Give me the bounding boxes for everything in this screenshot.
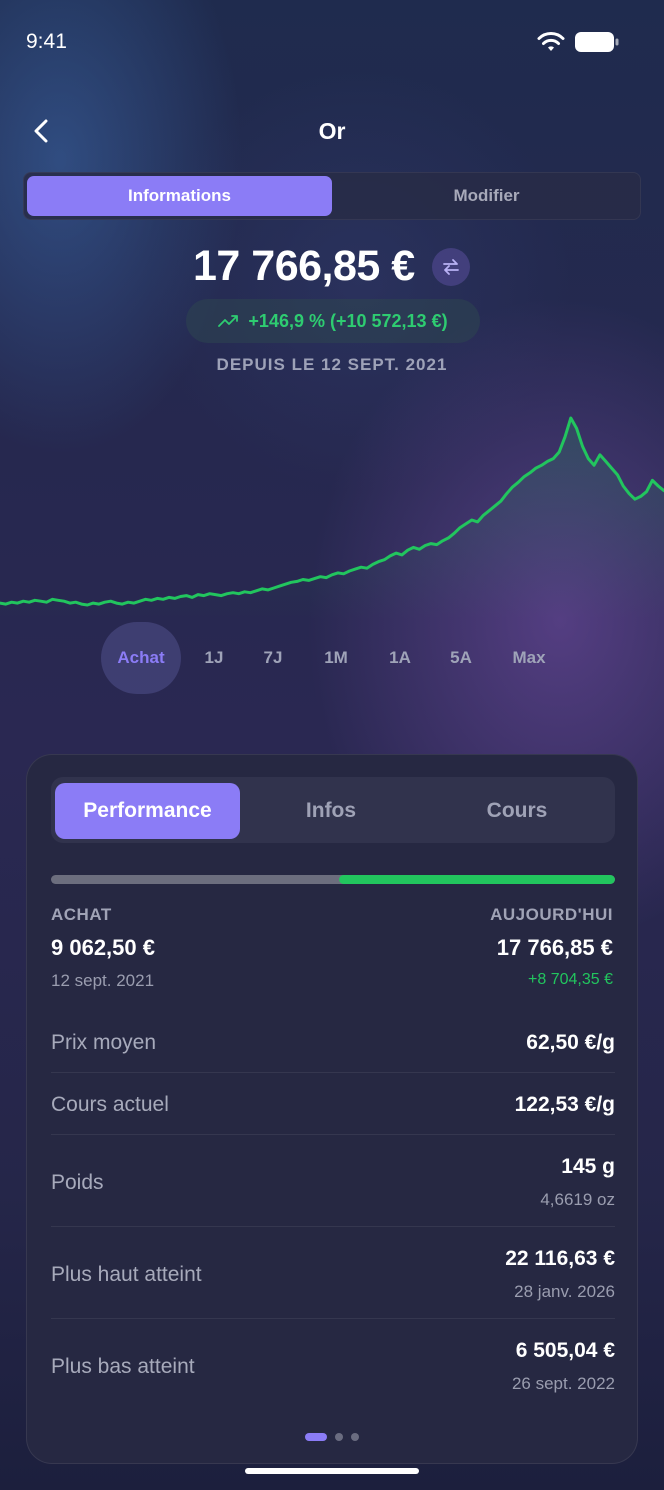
range-1m[interactable]: 1M bbox=[316, 622, 356, 694]
row-label: Poids bbox=[51, 1171, 104, 1194]
tab-performance[interactable]: Performance bbox=[55, 783, 240, 839]
achat-label: ACHAT bbox=[51, 905, 112, 924]
page-dot-active[interactable] bbox=[305, 1433, 327, 1441]
range-5a[interactable]: 5A bbox=[441, 622, 481, 694]
row-poids: Poids 145 g 4,6619 oz bbox=[51, 1135, 615, 1227]
tab-cours[interactable]: Cours bbox=[427, 783, 607, 839]
row-prix-moyen: Prix moyen 62,50 €/g bbox=[51, 1011, 615, 1073]
change-value: +146,9 % (+10 572,13 €) bbox=[248, 310, 448, 331]
wifi-icon bbox=[537, 32, 565, 51]
tab-informations[interactable]: Informations bbox=[27, 176, 332, 216]
row-value: 22 116,63 € bbox=[505, 1247, 615, 1270]
row-plus-haut: Plus haut atteint 22 116,63 € 28 janv. 2… bbox=[51, 1227, 615, 1319]
trending-up-icon bbox=[218, 315, 239, 327]
today-label: AUJOURD'HUI bbox=[490, 905, 613, 924]
row-plus-bas: Plus bas atteint 6 505,04 € 26 sept. 202… bbox=[51, 1319, 615, 1411]
gain-progress-bar bbox=[51, 875, 615, 884]
since-label: DEPUIS LE 12 SEPT. 2021 bbox=[216, 355, 448, 374]
achat-value: 9 062,50 € bbox=[51, 935, 155, 960]
row-value: 145 g bbox=[561, 1155, 615, 1178]
achat-date: 12 sept. 2021 bbox=[51, 971, 155, 990]
card-tabs: Performance Infos Cours bbox=[51, 777, 615, 843]
page-dot[interactable] bbox=[351, 1433, 359, 1441]
page-title: Or bbox=[318, 118, 346, 144]
range-selector: Achat 1J 7J 1M 1A 5A Max bbox=[0, 622, 664, 694]
home-indicator[interactable] bbox=[245, 1468, 419, 1474]
nav-bar: Or bbox=[0, 108, 664, 154]
tab-modifier[interactable]: Modifier bbox=[334, 176, 639, 216]
row-cours-actuel: Cours actuel 122,53 €/g bbox=[51, 1073, 615, 1135]
gain-progress-fill bbox=[338, 875, 615, 884]
performance-card: Performance Infos Cours ACHAT 9 062,50 €… bbox=[26, 754, 638, 1464]
battery-icon bbox=[575, 32, 619, 52]
range-1a[interactable]: 1A bbox=[380, 622, 420, 694]
range-7j[interactable]: 7J bbox=[253, 622, 293, 694]
price-chart[interactable] bbox=[0, 400, 664, 620]
value-row: 17 766,85 € bbox=[0, 240, 664, 296]
swap-icon bbox=[443, 259, 459, 275]
row-sub: 4,6619 oz bbox=[540, 1190, 615, 1209]
range-achat[interactable]: Achat bbox=[101, 622, 181, 694]
range-max[interactable]: Max bbox=[504, 622, 554, 694]
page-indicator bbox=[27, 1433, 637, 1441]
swap-currency-button[interactable] bbox=[432, 248, 470, 286]
row-label: Plus haut atteint bbox=[51, 1263, 202, 1286]
change-badge: +146,9 % (+10 572,13 €) bbox=[186, 299, 480, 343]
status-time: 9:41 bbox=[26, 30, 67, 53]
page-dot[interactable] bbox=[335, 1433, 343, 1441]
row-label: Plus bas atteint bbox=[51, 1355, 195, 1378]
row-value: 6 505,04 € bbox=[515, 1339, 615, 1362]
tab-infos[interactable]: Infos bbox=[241, 783, 421, 839]
row-label: Prix moyen bbox=[51, 1031, 157, 1054]
row-label: Cours actuel bbox=[51, 1093, 169, 1116]
row-sub: 26 sept. 2022 bbox=[511, 1374, 615, 1393]
row-value: 62,50 €/g bbox=[526, 1031, 615, 1054]
today-gain: +8 704,35 € bbox=[528, 971, 613, 988]
status-bar: 9:41 bbox=[0, 0, 664, 86]
row-value: 122,53 €/g bbox=[514, 1093, 615, 1116]
total-value: 17 766,85 € bbox=[193, 242, 415, 290]
today-value: 17 766,85 € bbox=[496, 935, 613, 960]
range-1j[interactable]: 1J bbox=[194, 622, 234, 694]
row-sub: 28 janv. 2026 bbox=[514, 1282, 615, 1301]
chart-area bbox=[0, 418, 664, 620]
top-segmented-control: Informations Modifier bbox=[23, 172, 641, 220]
